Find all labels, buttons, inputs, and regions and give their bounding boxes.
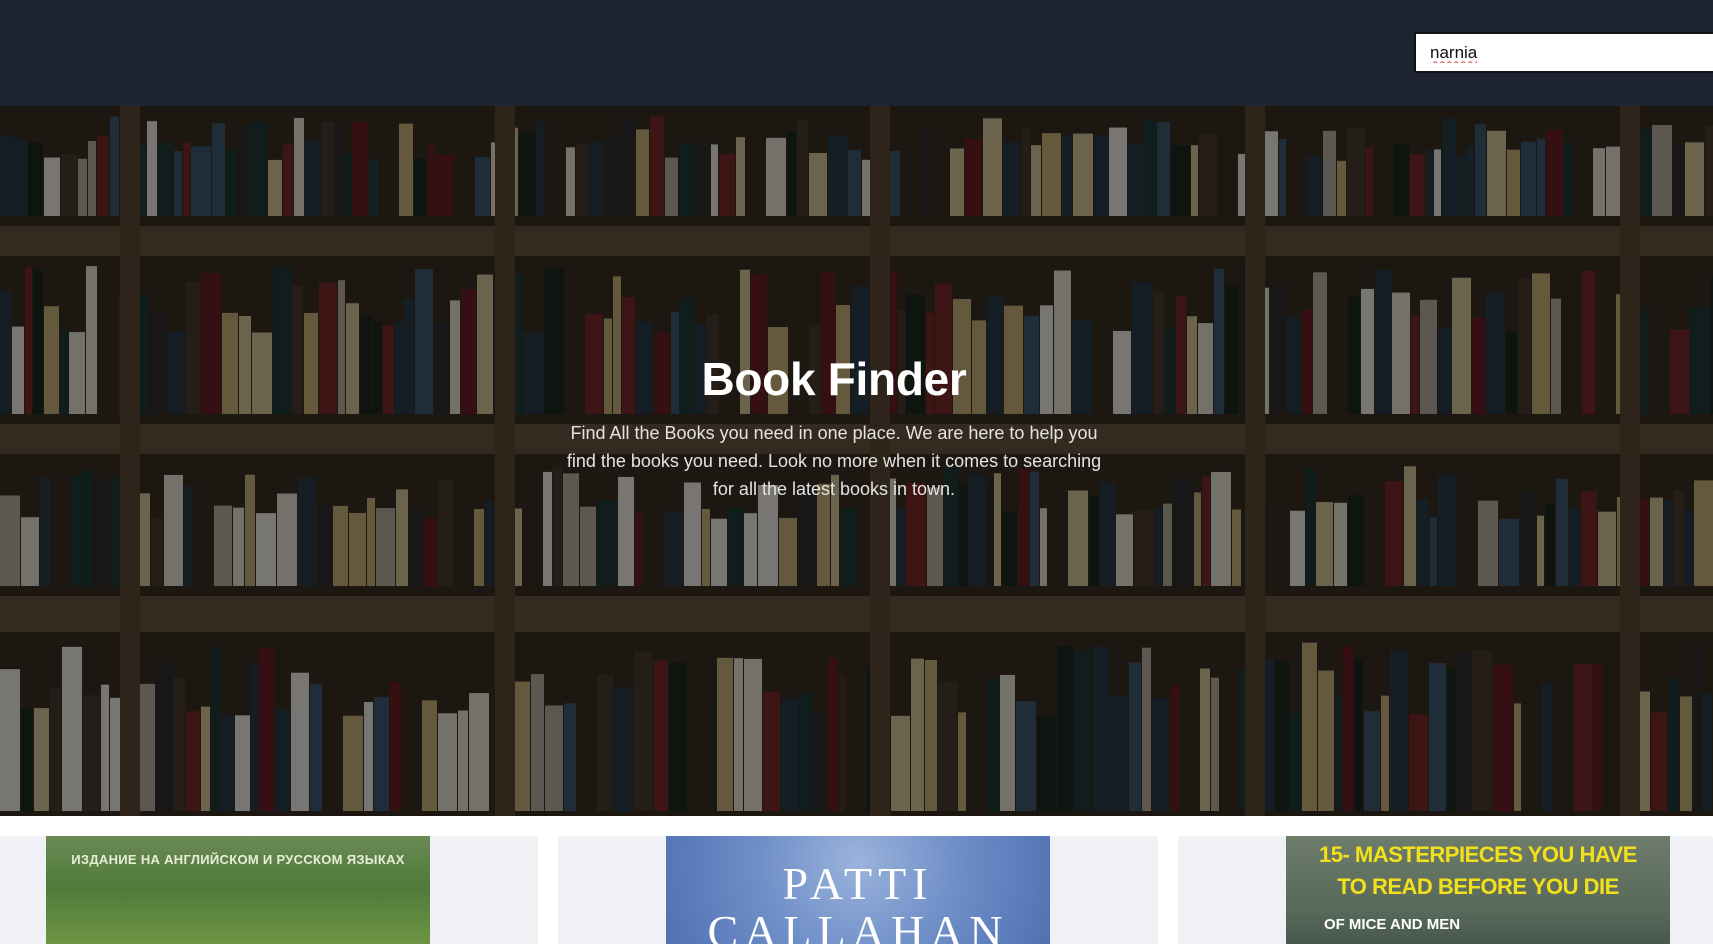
book-cover-author-line1: PATTI — [782, 858, 934, 909]
book-cover-text: ИЗДАНИЕ НА АНГЛИЙСКОМ И РУССКОМ ЯЗЫКАХ — [71, 852, 405, 867]
search-box[interactable] — [1414, 32, 1713, 73]
book-card[interactable]: PATTI CALLAHAN — [558, 836, 1158, 944]
book-cover-image[interactable]: PATTI CALLAHAN — [666, 836, 1050, 944]
hero-banner: Book Finder Find All the Books you need … — [0, 106, 1713, 816]
book-cover-subtitle: OF MICE AND MEN — [1323, 916, 1461, 933]
book-cover-image[interactable]: 15- MASTERPIECES YOU HAVE TO READ BEFORE… — [1286, 836, 1670, 944]
book-card[interactable]: 15- MASTERPIECES YOU HAVE TO READ BEFORE… — [1178, 836, 1713, 944]
top-navbar — [0, 0, 1713, 106]
book-cover-title-line2: TO READ BEFORE YOU DIE — [1337, 874, 1619, 899]
hero-title: Book Finder — [701, 353, 967, 405]
book-cover-image[interactable]: ИЗДАНИЕ НА АНГЛИЙСКОМ И РУССКОМ ЯЗЫКАХ — [46, 836, 430, 944]
hero-content: Book Finder Find All the Books you need … — [551, 352, 1117, 503]
book-card[interactable]: ИЗДАНИЕ НА АНГЛИЙСКОМ И РУССКОМ ЯЗЫКАХ — [0, 836, 538, 944]
book-results-grid: ИЗДАНИЕ НА АНГЛИЙСКОМ И РУССКОМ ЯЗЫКАХ P… — [0, 816, 1713, 944]
hero-description: Find All the Books you need in one place… — [566, 423, 1102, 500]
book-cover-author-line2: CALLAHAN — [707, 906, 1009, 944]
search-input[interactable] — [1416, 34, 1713, 71]
book-cover-title-line1: 15- MASTERPIECES YOU HAVE — [1319, 842, 1637, 867]
